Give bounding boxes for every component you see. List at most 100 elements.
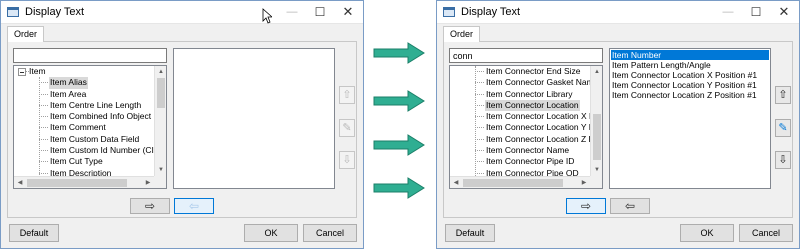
edit-item-button[interactable]: ✎ bbox=[775, 119, 791, 137]
move-up-button[interactable]: ⇧ bbox=[339, 86, 355, 104]
cancel-button[interactable]: Cancel bbox=[303, 224, 357, 242]
tree-connector-line bbox=[39, 127, 48, 129]
scroll-corner bbox=[154, 176, 166, 188]
scroll-thumb[interactable] bbox=[463, 179, 563, 187]
move-down-button[interactable]: ⇩ bbox=[775, 151, 791, 169]
tree-item[interactable]: Item Connector Library bbox=[450, 89, 590, 100]
available-fields-tree[interactable]: Item Connector End Size Item Connector G… bbox=[449, 65, 603, 189]
scroll-thumb[interactable] bbox=[593, 114, 601, 160]
scroll-thumb[interactable] bbox=[27, 179, 127, 187]
minimize-icon[interactable]: — bbox=[715, 3, 741, 21]
tab-order[interactable]: Order bbox=[443, 26, 481, 43]
tree-item[interactable]: Item Connector Name bbox=[450, 145, 590, 156]
tree-item-label: Item Connector Location bbox=[485, 99, 580, 112]
tree-item[interactable]: Item Alias bbox=[14, 77, 154, 89]
tree-connector-line bbox=[475, 104, 484, 106]
remove-from-list-button[interactable]: ⇦ bbox=[174, 198, 214, 214]
default-button[interactable]: Default bbox=[445, 224, 495, 242]
tree-connector-line bbox=[475, 172, 484, 174]
tree-item[interactable]: Item Combined Info Object bbox=[14, 111, 154, 122]
tree-connector-line bbox=[39, 104, 48, 106]
arrow-left-icon: ⇦ bbox=[188, 199, 200, 213]
display-text-dialog-populated: Display Text — ☐ ✕ Order Item Connector … bbox=[436, 0, 800, 249]
tree-connector-line bbox=[39, 116, 48, 118]
tree-item[interactable]: Item Connector End Size bbox=[450, 66, 590, 77]
maximize-icon[interactable]: ☐ bbox=[307, 3, 333, 21]
scroll-down-icon[interactable]: ▼ bbox=[155, 164, 166, 176]
tree-item[interactable]: Item Custom Id Number (CID) bbox=[14, 145, 154, 156]
tree-item[interactable]: Item Connector Location bbox=[450, 99, 590, 112]
tab-order[interactable]: Order bbox=[7, 26, 45, 43]
flow-arrow-icon bbox=[373, 134, 425, 156]
list-item[interactable]: Item Number bbox=[611, 50, 769, 60]
scroll-down-icon[interactable]: ▼ bbox=[591, 164, 602, 176]
search-input[interactable] bbox=[449, 48, 603, 63]
tree-item-label: Item Alias bbox=[49, 77, 88, 89]
tree-connector-line bbox=[39, 150, 48, 152]
tree-connector-line bbox=[39, 161, 48, 163]
remove-from-list-button[interactable]: ⇦ bbox=[610, 198, 650, 214]
tree-item-label: Item Comment bbox=[50, 122, 106, 133]
maximize-icon[interactable]: ☐ bbox=[743, 3, 769, 21]
list-item[interactable]: Item Connector Location Y Position #1 bbox=[611, 80, 769, 90]
tree-item[interactable]: Item Connector Location Y Po bbox=[450, 122, 590, 133]
scroll-left-icon[interactable]: ◀ bbox=[14, 177, 26, 188]
tree-item[interactable]: Item Comment bbox=[14, 122, 154, 133]
tree-item-label: Item Custom Id Number (CID) bbox=[50, 145, 154, 156]
tree-vertical-scrollbar[interactable]: ▲ ▼ bbox=[590, 66, 602, 176]
ok-button[interactable]: OK bbox=[680, 224, 734, 242]
move-up-button[interactable]: ⇧ bbox=[775, 86, 791, 104]
tree-item[interactable]: Item Area bbox=[14, 89, 154, 100]
close-icon[interactable]: ✕ bbox=[771, 3, 797, 21]
tree-horizontal-scrollbar[interactable]: ◀ ▶ bbox=[450, 176, 590, 188]
tree-item[interactable]: Item Cut Type bbox=[14, 156, 154, 167]
selected-fields-list[interactable]: Item Number Item Pattern Length/Angle It… bbox=[609, 48, 771, 189]
tree-node-root[interactable]: Item bbox=[14, 66, 154, 77]
scroll-right-icon[interactable]: ▶ bbox=[578, 177, 590, 188]
tree-item[interactable]: Item Custom Data Field bbox=[14, 134, 154, 145]
list-item[interactable]: Item Pattern Length/Angle bbox=[611, 60, 769, 70]
title-bar[interactable]: Display Text — ☐ ✕ bbox=[437, 1, 799, 24]
title-bar[interactable]: Display Text — ☐ ✕ bbox=[1, 1, 363, 24]
default-button[interactable]: Default bbox=[9, 224, 59, 242]
scroll-up-icon[interactable]: ▲ bbox=[591, 66, 602, 78]
add-to-list-button[interactable]: ⇨ bbox=[566, 198, 606, 214]
display-text-dialog-empty: Display Text — ☐ ✕ Order Item Item Alias… bbox=[0, 0, 364, 249]
move-down-button[interactable]: ⇩ bbox=[339, 151, 355, 169]
tree-item[interactable]: Item Connector Gasket Name bbox=[450, 77, 590, 88]
scroll-left-icon[interactable]: ◀ bbox=[450, 177, 462, 188]
tree-horizontal-scrollbar[interactable]: ◀ ▶ bbox=[14, 176, 154, 188]
tree-item-label: Item Connector Gasket Name bbox=[486, 77, 590, 88]
tree-item[interactable]: Item Centre Line Length bbox=[14, 100, 154, 111]
available-fields-tree[interactable]: Item Item Alias Item Area Item Centre Li… bbox=[13, 65, 167, 189]
tree-item[interactable]: Item Description bbox=[14, 168, 154, 176]
scroll-thumb[interactable] bbox=[157, 78, 165, 108]
selected-fields-list[interactable] bbox=[173, 48, 335, 189]
tree-item-label: Item Connector Location X Po bbox=[486, 111, 590, 122]
tree-connector-line bbox=[475, 161, 484, 163]
cancel-button[interactable]: Cancel bbox=[739, 224, 793, 242]
edit-item-button[interactable]: ✎ bbox=[339, 119, 355, 137]
tree-item-label: Item Connector Location Y Po bbox=[486, 122, 590, 133]
tree-item[interactable]: Item Connector Pipe ID bbox=[450, 156, 590, 167]
list-item[interactable]: Item Connector Location Z Position #1 bbox=[611, 90, 769, 100]
add-to-list-button[interactable]: ⇨ bbox=[130, 198, 170, 214]
close-icon[interactable]: ✕ bbox=[335, 3, 361, 21]
ok-button[interactable]: OK bbox=[244, 224, 298, 242]
tree-vertical-scrollbar[interactable]: ▲ ▼ bbox=[154, 66, 166, 176]
scroll-up-icon[interactable]: ▲ bbox=[155, 66, 166, 78]
list-item[interactable]: Item Connector Location X Position #1 bbox=[611, 70, 769, 80]
minimize-icon[interactable]: — bbox=[279, 3, 305, 21]
tree-connector-line bbox=[475, 82, 484, 84]
tree-connector-line bbox=[475, 116, 484, 118]
collapse-icon[interactable] bbox=[18, 68, 26, 76]
tree-connector-line bbox=[39, 172, 48, 174]
window-title: Display Text bbox=[461, 6, 521, 18]
scroll-right-icon[interactable]: ▶ bbox=[142, 177, 154, 188]
flow-arrow-icon bbox=[373, 42, 425, 64]
tree-item[interactable]: Item Connector Location X Po bbox=[450, 111, 590, 122]
search-input[interactable] bbox=[13, 48, 167, 63]
tree-item[interactable]: Item Connector Pipe OD bbox=[450, 168, 590, 176]
tree-item-label: Item Cut Type bbox=[50, 156, 103, 167]
tree-item[interactable]: Item Connector Location Z Po bbox=[450, 134, 590, 145]
